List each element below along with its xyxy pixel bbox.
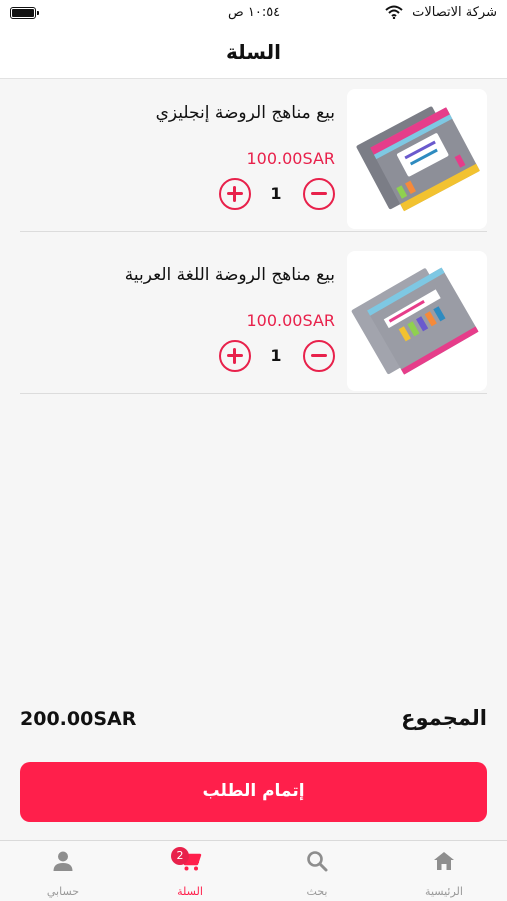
- quantity-stepper: 1: [215, 178, 335, 214]
- increase-quantity-button[interactable]: [219, 178, 251, 210]
- carrier-name: شركة الاتصالات: [412, 5, 497, 20]
- minus-icon: [311, 354, 327, 357]
- product-name[interactable]: بيع مناهج الروضة إنجليزي: [156, 103, 335, 123]
- nav-label: السلة: [177, 885, 203, 898]
- product-name[interactable]: بيع مناهج الروضة اللغة العربية: [125, 265, 335, 285]
- nav-label: حسابي: [46, 885, 80, 898]
- increase-quantity-button[interactable]: [219, 340, 251, 372]
- quantity-value: 1: [270, 184, 282, 203]
- cart-item: بيع مناهج الروضة اللغة العربية 100.00SAR…: [20, 241, 487, 394]
- checkout-button-label: إتمام الطلب: [202, 781, 305, 801]
- nav-item-account[interactable]: حسابي: [0, 841, 126, 901]
- search-icon: [307, 851, 328, 872]
- nav-item-home[interactable]: الرئيسية: [381, 841, 507, 901]
- decrease-quantity-button[interactable]: [303, 340, 335, 372]
- home-icon: [434, 852, 454, 870]
- cart-count-badge: 2: [171, 847, 189, 865]
- product-price: 100.00SAR: [246, 311, 336, 330]
- minus-icon: [311, 192, 327, 195]
- total-value: 200.00SAR: [20, 708, 137, 730]
- wifi-icon: [385, 4, 403, 23]
- decrease-quantity-button[interactable]: [303, 178, 335, 210]
- clock: ١٠:٥٤ ص: [228, 5, 281, 20]
- bottom-nav: الرئيسية بحث 2 السلة حسابي: [0, 840, 507, 901]
- page-title: السلة: [225, 40, 281, 64]
- product-image[interactable]: [347, 89, 487, 229]
- total-label: المجموع: [401, 706, 487, 730]
- quantity-value: 1: [270, 346, 282, 365]
- nav-item-cart[interactable]: 2 السلة: [127, 841, 253, 901]
- person-icon: [53, 851, 73, 871]
- quantity-stepper: 1: [215, 340, 335, 376]
- battery-icon: [10, 7, 39, 19]
- product-price: 100.00SAR: [246, 149, 336, 168]
- nav-item-search[interactable]: بحث: [254, 841, 380, 901]
- top-bar: السلة: [0, 28, 507, 79]
- checkout-button[interactable]: إتمام الطلب: [20, 762, 487, 822]
- nav-label: الرئيسية: [425, 885, 463, 898]
- cart-item: بيع مناهج الروضة إنجليزي 100.00SAR 1: [20, 79, 487, 232]
- product-image[interactable]: [347, 251, 487, 391]
- nav-label: بحث: [306, 885, 328, 898]
- status-bar: شركة الاتصالات ١٠:٥٤ ص: [0, 0, 507, 28]
